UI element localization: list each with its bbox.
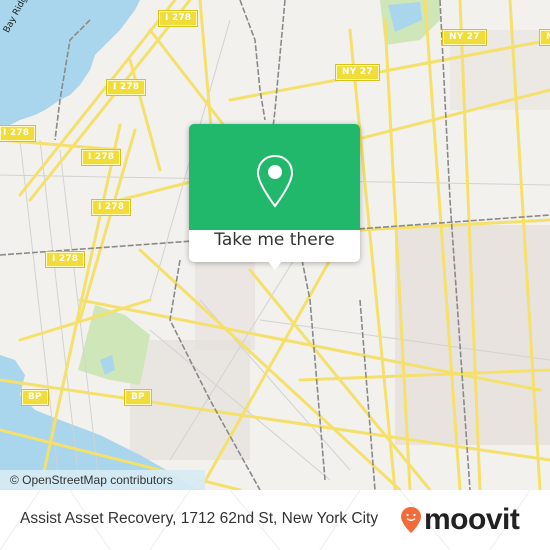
take-me-there-button[interactable]: Take me there: [189, 230, 360, 262]
location-pin-icon: [256, 154, 294, 208]
route-shield: I 278: [90, 199, 132, 216]
route-shield: I 278: [0, 125, 37, 142]
route-shield: NY 27: [442, 29, 487, 46]
popup-header: [189, 124, 360, 230]
popup-pointer: [267, 260, 283, 270]
route-shield: NY 27: [335, 64, 380, 81]
route-shield: BP: [21, 389, 49, 406]
route-shield: NY: [538, 29, 550, 46]
route-shield: BP: [124, 389, 152, 406]
route-shield: I 278: [44, 251, 86, 268]
park: [78, 305, 150, 385]
moovit-logo[interactable]: moovit: [400, 502, 520, 538]
map[interactable]: Bay Ridge Channel I 278 I 278 I 278 I 27…: [0, 0, 550, 490]
route-shield: I 278: [80, 149, 122, 166]
destination-popup: Take me there: [189, 124, 360, 270]
map-attribution[interactable]: © OpenStreetMap contributors: [0, 470, 205, 490]
destination-address: Assist Asset Recovery, 1712 62nd St, New…: [20, 510, 379, 527]
route-shield: I 278: [105, 79, 147, 96]
moovit-pin-icon: [401, 507, 421, 533]
route-shield: I 278: [157, 10, 199, 27]
brand-wordmark: moovit: [424, 503, 520, 536]
footer: Assist Asset Recovery, 1712 62nd St, New…: [0, 490, 550, 550]
